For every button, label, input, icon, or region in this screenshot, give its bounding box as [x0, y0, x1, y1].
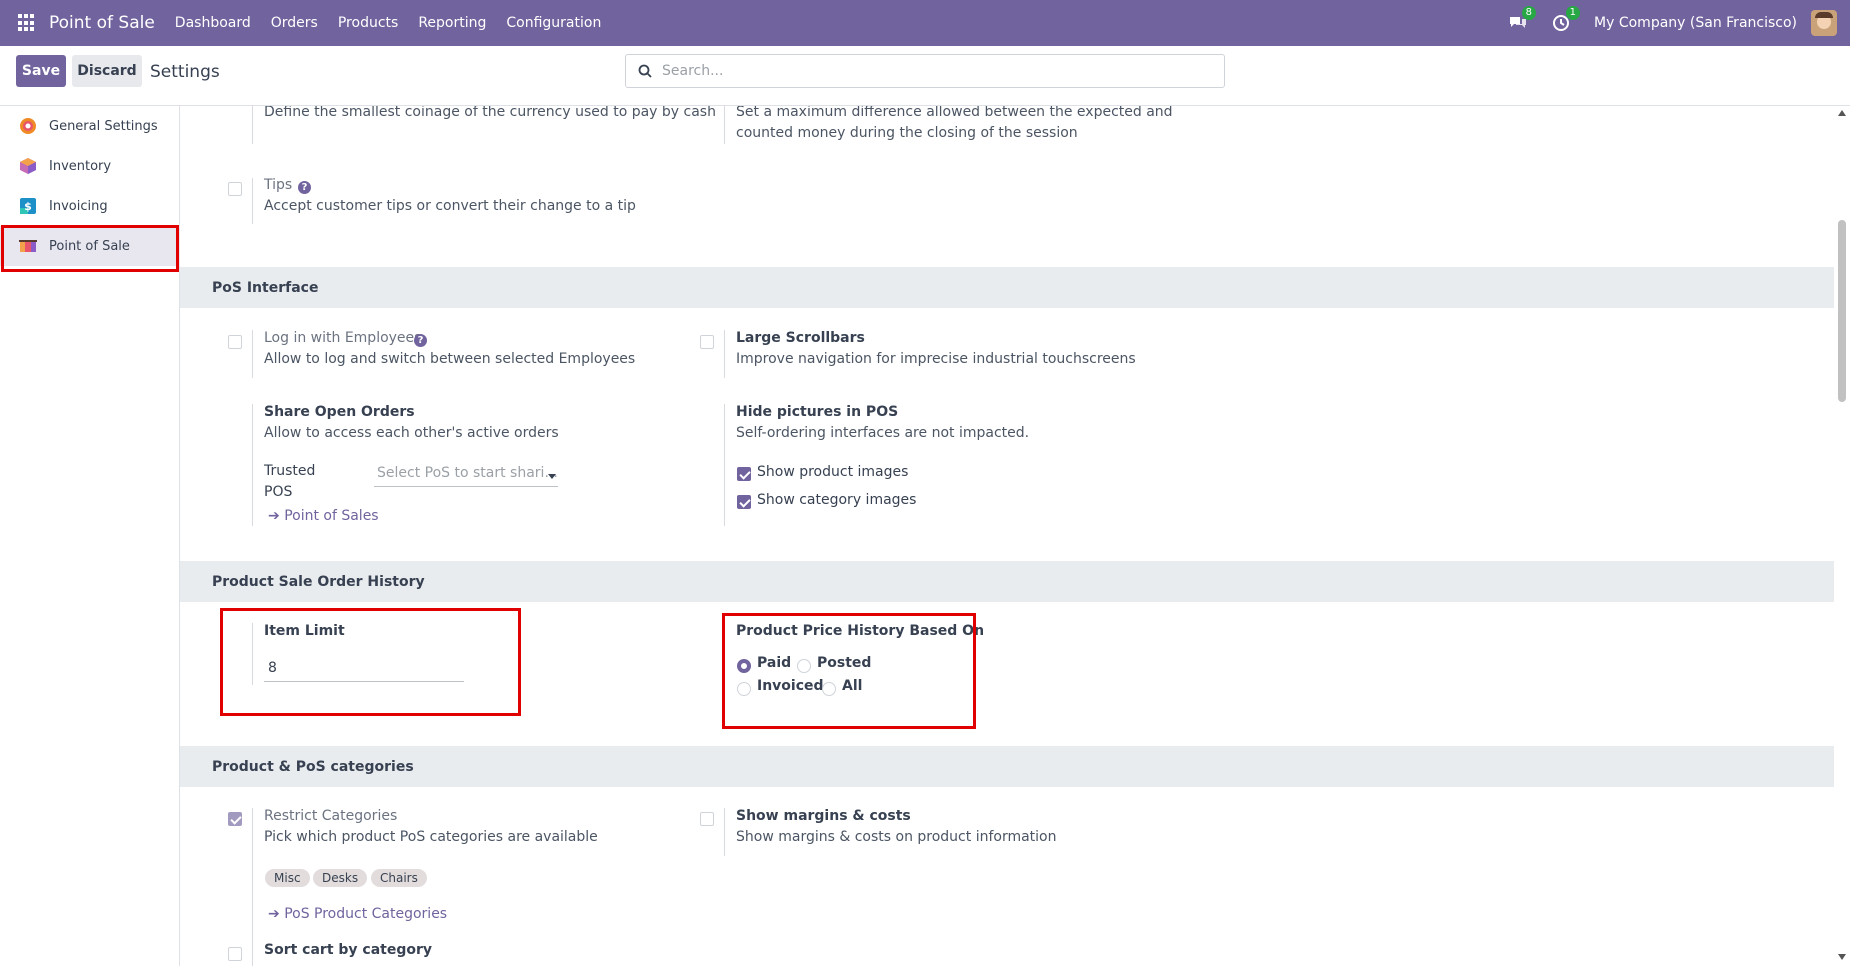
- restrict-categories-label: Restrict Categories: [264, 808, 398, 824]
- sidebar-item-label: General Settings: [49, 118, 158, 134]
- divider: [724, 404, 725, 526]
- divider: [724, 808, 725, 856]
- activities-count-badge: 1: [1565, 6, 1581, 20]
- show-category-images-label: Show category images: [757, 492, 917, 508]
- share-orders-label: Share Open Orders: [264, 404, 415, 420]
- restrict-categories-checkbox[interactable]: [228, 812, 242, 826]
- hide-pictures-label: Hide pictures in POS: [736, 404, 899, 420]
- login-employees-description: Allow to log and switch between selected…: [264, 351, 636, 367]
- tips-checkbox[interactable]: [228, 182, 242, 196]
- apps-menu-icon[interactable]: [18, 14, 36, 32]
- login-employees-checkbox[interactable]: [228, 335, 242, 349]
- user-avatar[interactable]: [1811, 10, 1837, 36]
- search-icon: [638, 64, 652, 78]
- tips-label: Tips: [264, 177, 293, 193]
- show-margins-description: Show margins & costs on product informat…: [736, 829, 1057, 845]
- restrict-categories-description: Pick which product PoS categories are av…: [264, 829, 598, 845]
- invoicing-icon: $: [20, 198, 36, 214]
- menu-reporting[interactable]: Reporting: [418, 15, 486, 31]
- point-of-sales-link[interactable]: ➔ Point of Sales: [268, 508, 379, 524]
- search-box[interactable]: [625, 54, 1225, 88]
- divider: [252, 404, 253, 526]
- cash-control-description-line2: counted money during the closing of the …: [736, 125, 1078, 141]
- divider: [252, 178, 253, 224]
- trusted-pos-placeholder: Select PoS to start shari...: [377, 465, 558, 481]
- divider: [252, 106, 253, 144]
- sidebar-item-label: Inventory: [49, 158, 112, 174]
- highlight-box-price-history: [722, 613, 976, 729]
- sort-cart-checkbox[interactable]: [228, 947, 242, 961]
- sidebar-item-general-settings[interactable]: General Settings: [0, 106, 180, 146]
- cash-rounding-description: Define the smallest coinage of the curre…: [264, 106, 716, 120]
- section-title: PoS Interface: [212, 279, 319, 296]
- category-tag[interactable]: Misc: [265, 869, 310, 887]
- general-settings-icon: [20, 118, 36, 134]
- sort-cart-label: Sort cart by category: [264, 942, 433, 958]
- section-title: Product & PoS categories: [212, 758, 414, 775]
- company-switcher[interactable]: My Company (San Francisco): [1594, 15, 1797, 31]
- messages-button[interactable]: 8: [1506, 6, 1537, 34]
- category-tag[interactable]: Desks: [313, 869, 368, 887]
- large-scrollbars-label: Large Scrollbars: [736, 330, 865, 346]
- pos-product-categories-link[interactable]: ➔ PoS Product Categories: [268, 906, 447, 922]
- show-product-images-checkbox[interactable]: [737, 467, 751, 481]
- pos-product-categories-link-label: PoS Product Categories: [284, 906, 448, 922]
- control-panel: Save Discard Settings: [0, 46, 1850, 106]
- help-icon[interactable]: ?: [298, 181, 311, 194]
- divider: [252, 330, 253, 378]
- scrollbar-thumb[interactable]: [1838, 220, 1846, 402]
- svg-text:$: $: [24, 200, 32, 213]
- show-margins-label: Show margins & costs: [736, 808, 911, 824]
- arrow-right-icon: ➔: [268, 906, 280, 922]
- category-tag[interactable]: Chairs: [371, 869, 427, 887]
- menu-dashboard[interactable]: Dashboard: [175, 15, 251, 31]
- trusted-pos-select[interactable]: Select PoS to start shari...: [374, 465, 558, 487]
- show-product-images-label: Show product images: [757, 464, 909, 480]
- large-scrollbars-checkbox[interactable]: [700, 335, 714, 349]
- login-employees-label: Log in with Employees: [264, 330, 422, 346]
- cash-control-description-line1: Set a maximum difference allowed between…: [736, 106, 1173, 120]
- sidebar-item-invoicing[interactable]: $ Invoicing: [0, 186, 180, 226]
- divider: [724, 106, 725, 144]
- section-header-sale-history: Product Sale Order History: [180, 561, 1834, 602]
- point-of-sales-link-label: Point of Sales: [284, 508, 379, 524]
- settings-main: Define the smallest coinage of the curre…: [180, 106, 1834, 966]
- menu-configuration[interactable]: Configuration: [506, 15, 601, 31]
- section-header-pos-interface: PoS Interface: [180, 267, 1834, 308]
- chevron-down-icon: [548, 474, 556, 479]
- highlight-box-point-of-sale: [1, 225, 179, 272]
- hide-pictures-description: Self-ordering interfaces are not impacte…: [736, 425, 1030, 441]
- inventory-icon: [20, 158, 36, 174]
- page-title: Settings: [150, 62, 220, 82]
- divider: [252, 943, 253, 966]
- tips-description: Accept customer tips or convert their ch…: [264, 198, 636, 214]
- section-title: Product Sale Order History: [212, 573, 425, 590]
- share-orders-description: Allow to access each other's active orde…: [264, 425, 559, 441]
- show-category-images-checkbox[interactable]: [737, 495, 751, 509]
- save-button[interactable]: Save: [16, 55, 66, 87]
- menu-orders[interactable]: Orders: [271, 15, 318, 31]
- divider: [252, 808, 253, 943]
- sidebar-item-inventory[interactable]: Inventory: [0, 146, 180, 186]
- search-input[interactable]: [662, 63, 1202, 79]
- large-scrollbars-description: Improve navigation for imprecise industr…: [736, 351, 1136, 367]
- trusted-pos-label: Trusted: [264, 463, 316, 479]
- discard-button[interactable]: Discard: [72, 55, 142, 87]
- trusted-pos-label-line2: POS: [264, 484, 293, 500]
- app-name[interactable]: Point of Sale: [49, 13, 155, 33]
- section-header-categories: Product & PoS categories: [180, 746, 1834, 787]
- arrow-right-icon: ➔: [268, 508, 280, 524]
- scroll-down-icon[interactable]: [1838, 954, 1846, 960]
- divider: [724, 330, 725, 378]
- show-margins-checkbox[interactable]: [700, 812, 714, 826]
- top-navbar: Point of Sale Dashboard Orders Products …: [0, 0, 1850, 46]
- activities-button[interactable]: 1: [1550, 6, 1581, 34]
- menu-products[interactable]: Products: [338, 15, 398, 31]
- scroll-up-icon[interactable]: [1838, 110, 1846, 116]
- main-scrollbar[interactable]: [1834, 106, 1850, 966]
- messages-count-badge: 8: [1521, 6, 1537, 20]
- help-icon[interactable]: ?: [414, 334, 427, 347]
- highlight-box-item-limit: [220, 608, 521, 716]
- sidebar-item-label: Invoicing: [49, 198, 108, 214]
